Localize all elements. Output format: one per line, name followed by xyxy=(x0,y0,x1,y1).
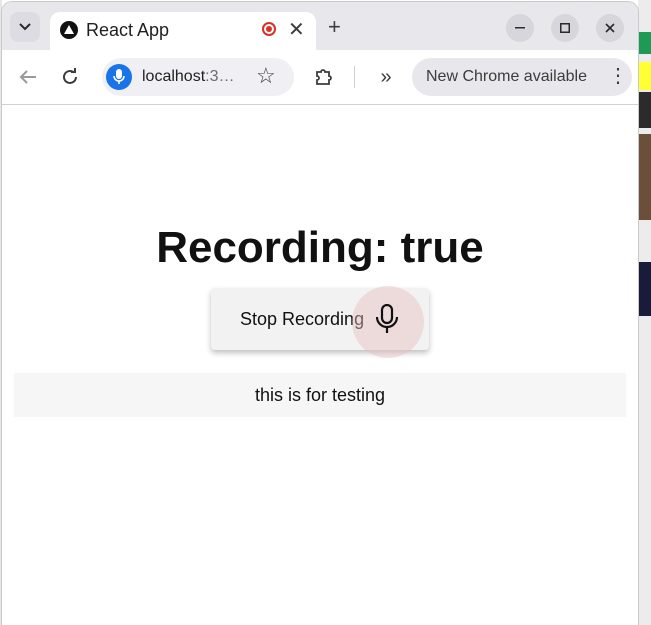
maximize-button[interactable] xyxy=(551,14,579,42)
extensions-button[interactable] xyxy=(312,65,336,89)
minimize-icon xyxy=(515,27,525,29)
minimize-button[interactable] xyxy=(506,14,534,42)
tab-strip: React App ✕ + xyxy=(2,2,638,50)
microphone-icon xyxy=(375,304,399,333)
url-text: localhost:3… xyxy=(142,68,235,86)
tab-react-app[interactable]: React App ✕ xyxy=(50,12,316,50)
back-button[interactable] xyxy=(16,65,40,89)
desktop-fragment xyxy=(638,32,651,54)
url-port: :3… xyxy=(205,68,235,85)
tab-search-button[interactable] xyxy=(10,12,40,42)
site-mic-indicator[interactable] xyxy=(106,64,132,90)
close-icon xyxy=(605,23,615,33)
toolbar-divider xyxy=(354,66,355,88)
chevron-down-icon xyxy=(19,23,31,31)
close-window-button[interactable] xyxy=(596,14,624,42)
more-menu-icon[interactable]: ⋮ xyxy=(608,66,628,86)
recording-dot-icon xyxy=(262,22,276,36)
update-chrome-button[interactable]: New Chrome available ⋮ xyxy=(412,58,632,96)
page-title: Recording: true xyxy=(156,223,484,272)
page-content: Recording: true Stop Recording this is f… xyxy=(2,105,638,625)
close-tab-icon[interactable]: ✕ xyxy=(288,17,305,42)
desktop-fragment xyxy=(638,134,651,220)
react-favicon-icon xyxy=(60,21,78,39)
desktop-fragment xyxy=(638,262,651,316)
browser-toolbar: localhost:3… ☆ » New Chrome available ⋮ xyxy=(2,50,638,105)
tab-title: React App xyxy=(86,20,170,40)
overflow-chevron-icon[interactable]: » xyxy=(374,65,398,89)
microphone-icon xyxy=(113,69,125,84)
transcript-box: this is for testing xyxy=(14,373,626,417)
update-label: New Chrome available xyxy=(426,68,587,85)
desktop-fragment xyxy=(638,92,651,128)
stop-recording-button[interactable]: Stop Recording xyxy=(211,286,429,358)
maximize-icon xyxy=(560,23,570,33)
address-bar[interactable]: localhost:3… ☆ xyxy=(102,58,294,96)
desktop-fragment xyxy=(638,62,651,90)
stop-recording-label: Stop Recording xyxy=(240,309,365,329)
reload-icon xyxy=(63,68,77,84)
back-arrow-icon xyxy=(19,70,36,84)
transcript-text: this is for testing xyxy=(254,385,386,405)
url-host: localhost xyxy=(142,68,206,85)
reload-button[interactable] xyxy=(58,65,82,89)
bookmark-star-icon[interactable]: ☆ xyxy=(256,63,276,89)
new-tab-button[interactable]: + xyxy=(328,14,341,40)
puzzle-icon xyxy=(316,69,332,85)
browser-window: React App ✕ + localhost:3… ☆ » New Chrom… xyxy=(2,2,638,625)
